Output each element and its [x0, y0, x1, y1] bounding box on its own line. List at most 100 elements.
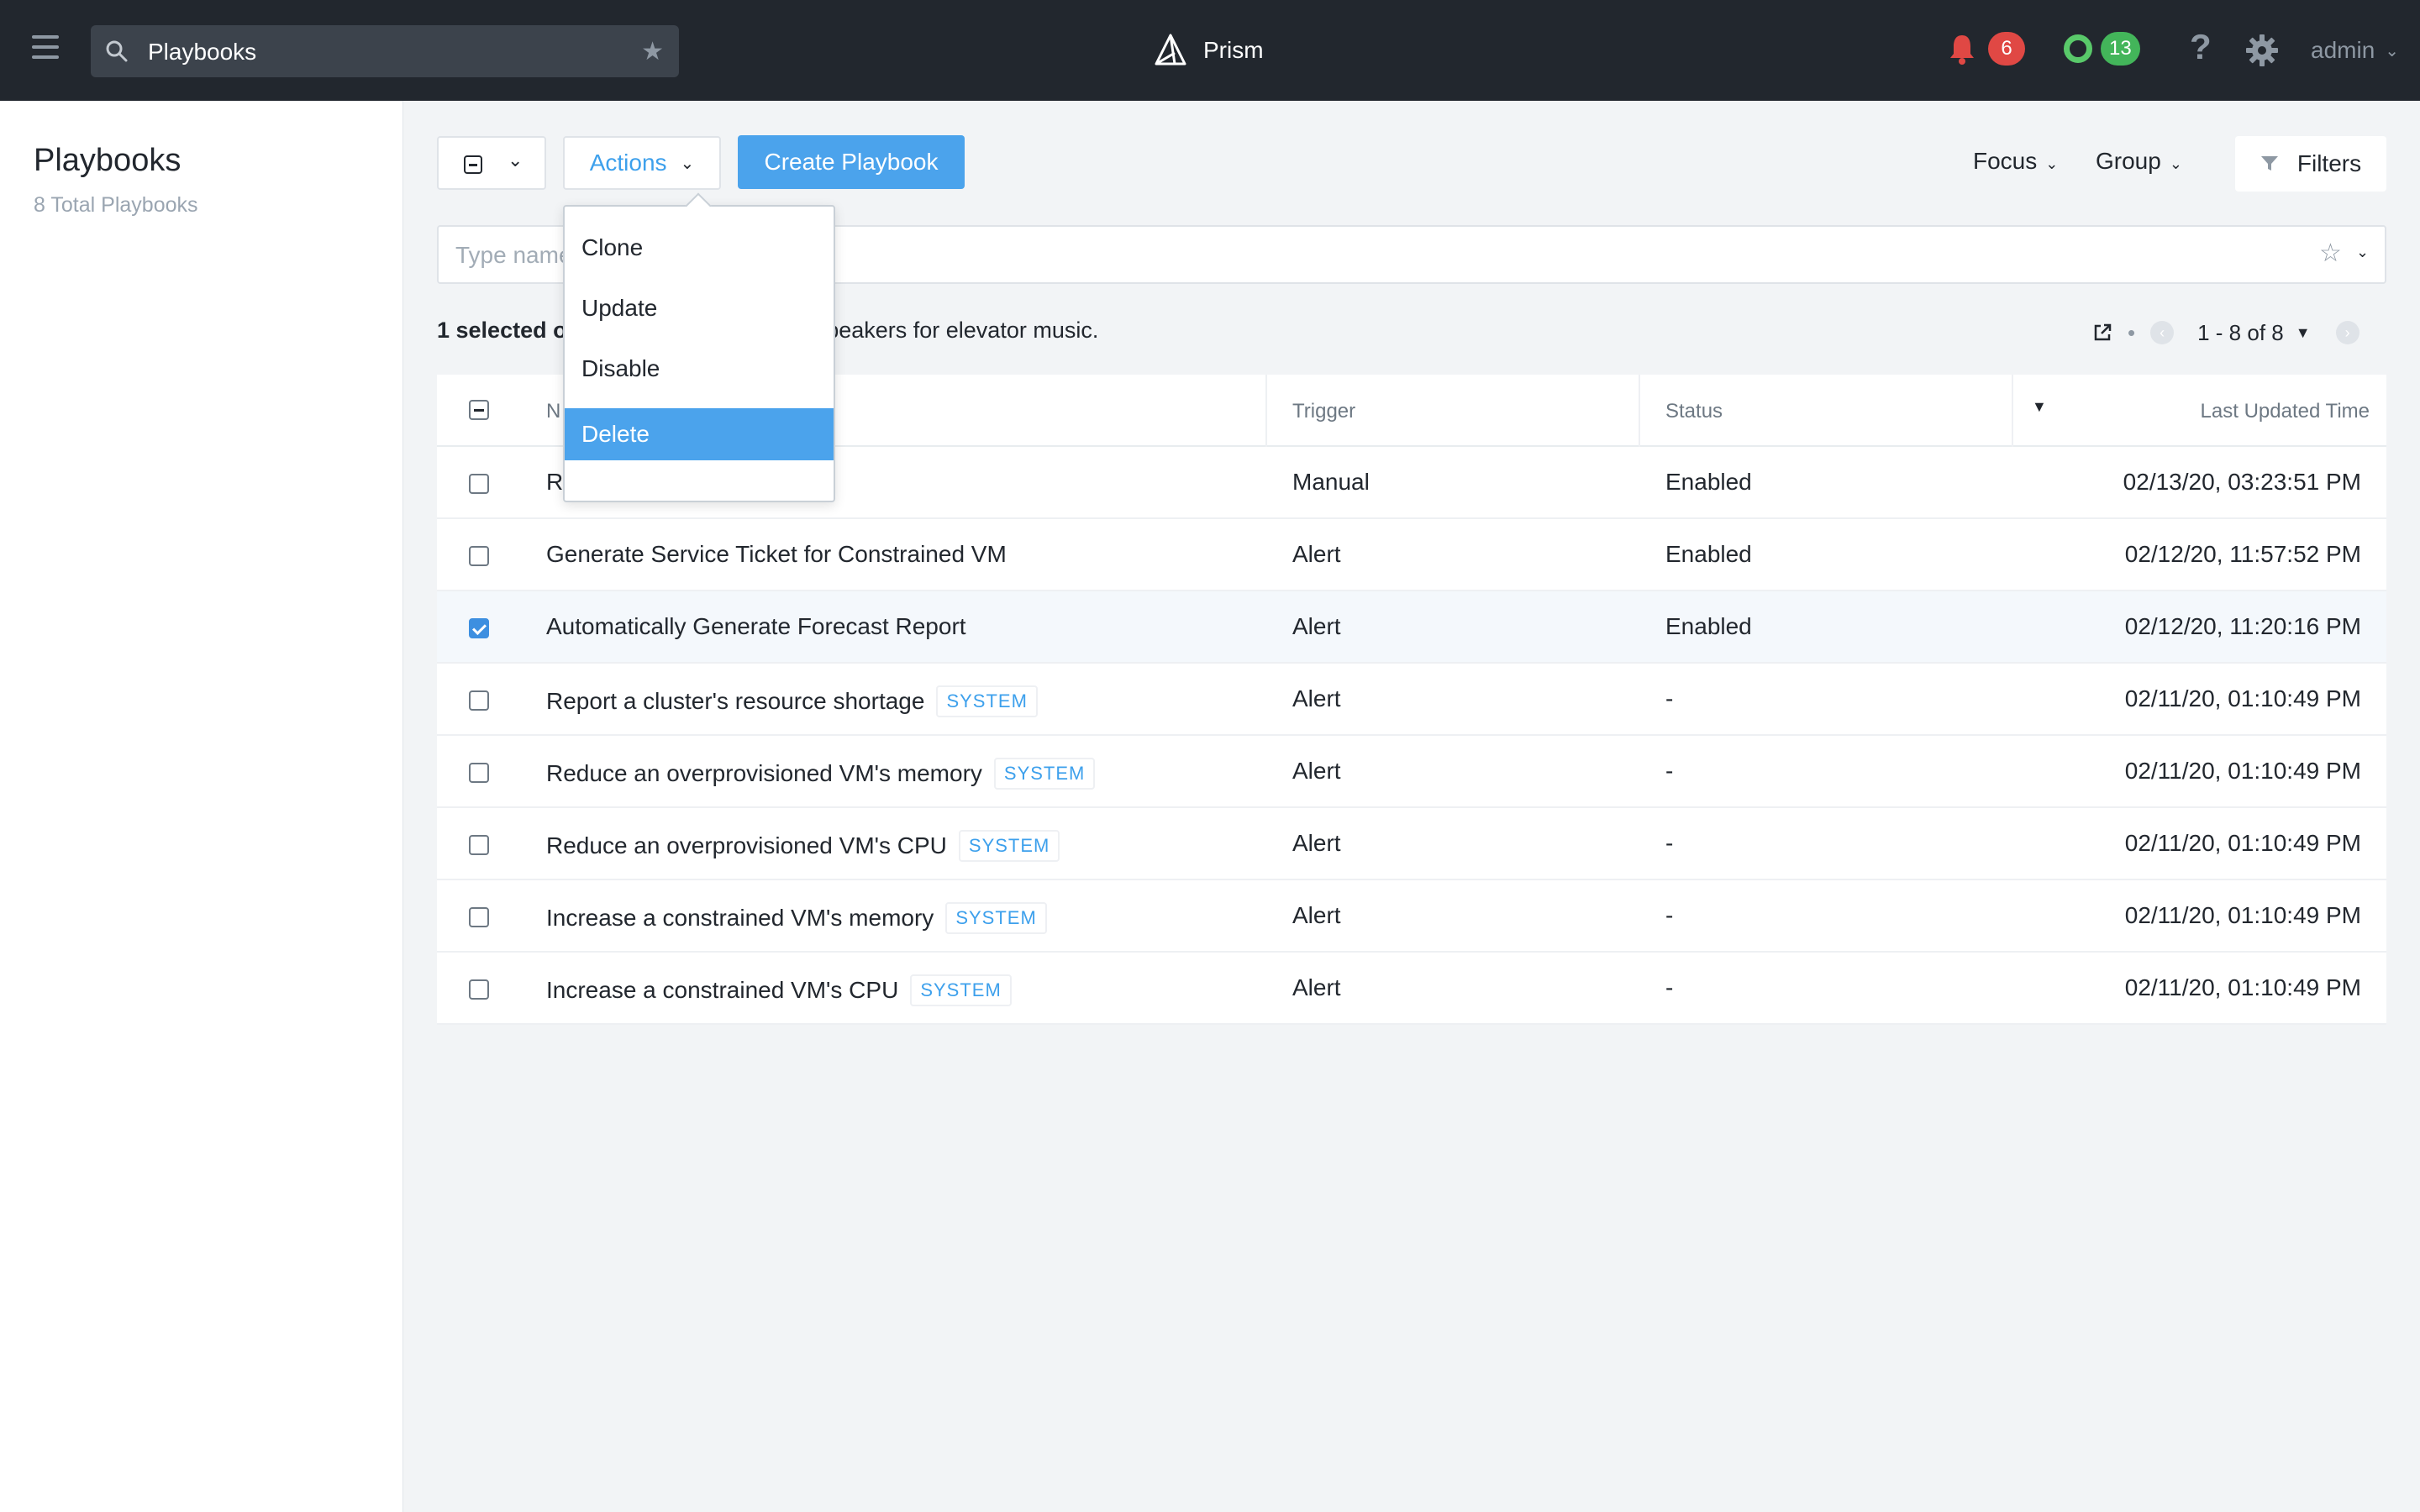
question-icon[interactable]: ? [2190, 27, 2212, 67]
chevron-left-icon[interactable]: ‹ [2150, 321, 2175, 344]
playbook-trigger: Alert [1292, 541, 1341, 567]
page-range: 1 - 8 of 8 [2197, 319, 2284, 345]
selected-count: 1 selected o [437, 318, 567, 343]
playbook-name-text: Generate Service Ticket for Constrained … [546, 541, 1007, 567]
playbook-updated-time: 02/11/20, 01:10:49 PM [2124, 685, 2361, 711]
sort-desc-icon[interactable]: ▼ [2032, 398, 2047, 416]
playbook-name[interactable]: Automatically Generate Forecast Report [546, 613, 966, 640]
playbook-trigger: Alert [1292, 613, 1341, 639]
hamburger-icon[interactable] [32, 35, 59, 62]
playbook-status: - [1665, 974, 1674, 1000]
table-row[interactable]: Reduce an overprovisioned VM's CPU SYSTEM… [437, 808, 2386, 880]
system-tag: SYSTEM [936, 685, 1038, 717]
chevron-down-icon: ⌄ [680, 154, 695, 173]
header-name[interactable]: N [546, 400, 560, 423]
playbook-name-text: Reduce an overprovisioned VM's CPU [546, 832, 947, 858]
playbook-name-text: Reduce an overprovisioned VM's memory [546, 760, 982, 786]
row-checkbox[interactable] [469, 618, 489, 638]
header-status[interactable]: Status [1665, 400, 1723, 423]
pagination: • ‹ 1 - 8 of 8 ▼ › [2092, 318, 2360, 348]
table-row[interactable]: Reduce an overprovisioned VM's memory SYS… [437, 736, 2386, 808]
column-divider [1265, 375, 1267, 447]
playbook-trigger: Manual [1292, 469, 1370, 495]
playbook-trigger: Alert [1292, 758, 1341, 784]
row-checkbox[interactable] [469, 979, 489, 1000]
group-dropdown[interactable]: Group ⌄ [2096, 148, 2182, 175]
playbook-name[interactable]: Reduce an overprovisioned VM's CPU SYSTEM [546, 830, 1060, 862]
alerts-indicator[interactable]: 6 [1948, 32, 2025, 66]
focus-dropdown[interactable]: Focus ⌄ [1973, 148, 2058, 175]
playbook-status: Enabled [1665, 541, 1752, 567]
actions-menu: Clone Update Disable Delete [563, 205, 835, 502]
menu-item-update[interactable]: Update [565, 282, 834, 334]
user-name: admin [2311, 37, 2375, 63]
bell-icon [1950, 35, 1974, 65]
row-checkbox[interactable] [469, 546, 489, 566]
external-link-icon[interactable] [2092, 323, 2112, 343]
playbook-trigger: Alert [1292, 974, 1341, 1000]
header-trigger[interactable]: Trigger [1292, 400, 1355, 423]
table-row[interactable]: Report a cluster's resource shortage SYST… [437, 664, 2386, 736]
user-menu[interactable]: admin ⌄ [2311, 37, 2399, 64]
playbook-status: Enabled [1665, 613, 1752, 639]
menu-item-disable[interactable]: Disable [565, 343, 834, 395]
row-checkbox[interactable] [469, 835, 489, 855]
playbook-name[interactable]: Increase a constrained VM's memory SYSTEM [546, 902, 1047, 934]
chevron-down-icon: ⌄ [2385, 41, 2400, 60]
create-playbook-button[interactable]: Create Playbook [738, 135, 965, 189]
chevron-down-icon[interactable]: ⌄ [2356, 244, 2369, 261]
table-row[interactable]: Increase a constrained VM's memory SYSTEM… [437, 880, 2386, 953]
star-icon[interactable]: ★ [641, 37, 664, 66]
playbook-updated-time: 02/11/20, 01:10:49 PM [2124, 974, 2361, 1000]
playbook-name-text: Report a cluster's resource shortage [546, 688, 925, 714]
playbook-name[interactable]: Increase a constrained VM's CPU SYSTEM [546, 974, 1012, 1006]
table-row[interactable]: Generate Service Ticket for Constrained … [437, 519, 2386, 591]
focus-label: Focus [1973, 148, 2038, 174]
partial-check-icon [464, 155, 482, 174]
row-checkbox[interactable] [469, 474, 489, 494]
global-search[interactable]: Playbooks ★ [91, 25, 679, 77]
system-tag: SYSTEM [910, 974, 1012, 1006]
chevron-down-icon[interactable]: ▼ [2296, 324, 2311, 342]
tasks-indicator[interactable]: 13 [2064, 32, 2140, 66]
brand[interactable]: Prism [1153, 30, 1264, 71]
brand-name: Prism [1203, 37, 1264, 63]
menu-item-delete[interactable]: Delete [565, 408, 834, 460]
column-divider [1639, 375, 1640, 447]
playbook-updated-time: 02/11/20, 01:10:49 PM [2124, 830, 2361, 856]
chevron-down-icon: ⌄ [508, 150, 523, 171]
row-checkbox[interactable] [469, 690, 489, 711]
playbook-name[interactable]: Generate Service Ticket for Constrained … [546, 541, 1007, 568]
playbook-name[interactable]: Report a cluster's resource shortage SYST… [546, 685, 1038, 717]
chevron-down-icon: ⌄ [2169, 155, 2182, 172]
playbook-updated-time: 02/12/20, 11:20:16 PM [2124, 613, 2361, 639]
playbook-status: - [1665, 902, 1674, 928]
row-checkbox[interactable] [469, 763, 489, 783]
playbook-trigger: Alert [1292, 902, 1341, 928]
table-row[interactable]: Increase a constrained VM's CPU SYSTEM Al… [437, 953, 2386, 1025]
search-icon [106, 40, 128, 62]
filters-label: Filters [2296, 150, 2362, 176]
group-label: Group [2096, 148, 2161, 174]
top-bar: Playbooks ★ Prism 6 13 ? admin ⌄ [0, 0, 2420, 101]
ring-status-icon [2064, 34, 2092, 63]
bulk-select-button[interactable]: ⌄ [437, 136, 546, 190]
chevron-right-icon[interactable]: › [2335, 321, 2360, 344]
chevron-down-icon: ⌄ [2045, 155, 2059, 172]
row-checkbox[interactable] [469, 907, 489, 927]
actions-label: Actions [589, 150, 667, 176]
playbook-name[interactable]: Reduce an overprovisioned VM's memory SYS… [546, 758, 1096, 790]
filters-button[interactable]: Filters [2235, 136, 2386, 192]
star-icon[interactable]: ☆ [2319, 239, 2342, 268]
column-divider [2012, 375, 2013, 447]
actions-button[interactable]: Actions ⌄ [563, 136, 721, 190]
task-count-badge: 13 [2101, 32, 2140, 66]
header-last-updated[interactable]: Last Updated Time [2201, 400, 2370, 423]
menu-item-clone[interactable]: Clone [565, 222, 834, 274]
alert-count-badge: 6 [1988, 32, 2025, 66]
playbook-trigger: Alert [1292, 685, 1341, 711]
select-all-checkbox[interactable] [469, 400, 489, 420]
gear-icon[interactable] [2245, 34, 2279, 67]
table-row[interactable]: Automatically Generate Forecast Report A… [437, 591, 2386, 664]
search-value: Playbooks [148, 39, 257, 65]
